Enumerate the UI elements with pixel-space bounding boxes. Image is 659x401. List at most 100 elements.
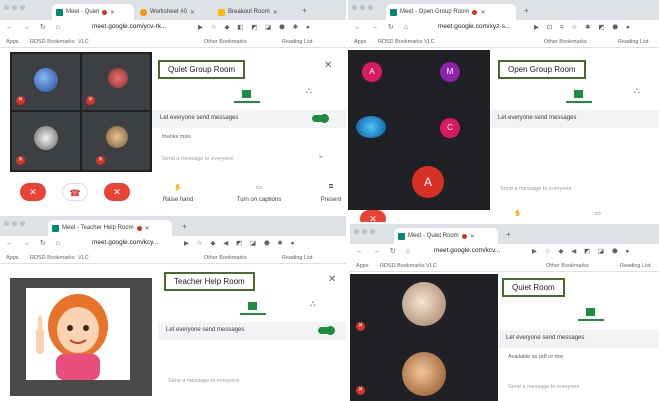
url-field[interactable]: meet.google.com/kcv... bbox=[434, 247, 500, 254]
bookmark-vlc[interactable]: VLC bbox=[426, 263, 437, 269]
tab-worksheet[interactable]: Worksheet #0 ✕ bbox=[136, 4, 212, 20]
camera-off-button[interactable]: ✕ bbox=[104, 183, 130, 201]
leave-call-button[interactable]: ☎ bbox=[62, 183, 88, 201]
participant-avatar-a[interactable]: A bbox=[362, 62, 382, 82]
mute-mic-button[interactable]: ✕ bbox=[360, 210, 386, 222]
bookmark-vlc[interactable]: VLC bbox=[424, 39, 435, 45]
chat-tab-indicator bbox=[566, 101, 592, 103]
activities-icon[interactable]: ⛬ bbox=[634, 86, 640, 96]
chat-icon[interactable] bbox=[242, 90, 251, 98]
participant-avatar-cat[interactable] bbox=[402, 282, 446, 326]
participant-tile[interactable]: ✕ bbox=[12, 54, 80, 110]
bookmark-apps[interactable]: Apps bbox=[6, 39, 19, 45]
bookmark-apps[interactable]: Apps bbox=[356, 263, 369, 269]
url-field[interactable]: meet.google.com/ycv-rk... bbox=[92, 23, 166, 30]
chat-icon[interactable] bbox=[248, 302, 257, 310]
url-field[interactable]: meet.google.com/kcy... bbox=[92, 239, 158, 246]
bookmark-reading-list[interactable]: Reading List bbox=[282, 39, 313, 45]
chat-input[interactable]: Send a message to everyone bbox=[500, 186, 572, 192]
toolbar-icons[interactable]: ▶ ☆ ◆ ◧ ◩ ◪ ⬣ ✱ ● bbox=[198, 23, 313, 31]
new-tab-icon[interactable]: + bbox=[524, 6, 529, 15]
doc-favicon-icon bbox=[218, 8, 225, 16]
bookmark-rdsd[interactable]: RDSD Bookmarks bbox=[30, 39, 75, 45]
activities-icon[interactable]: ⛬ bbox=[306, 86, 312, 96]
send-messages-toggle[interactable] bbox=[318, 326, 335, 335]
bookmark-reading-list[interactable]: Reading List bbox=[618, 39, 649, 45]
new-tab-icon[interactable]: + bbox=[302, 6, 307, 15]
window-zoom-dot[interactable] bbox=[370, 229, 375, 234]
window-close-dot[interactable] bbox=[352, 5, 357, 10]
bookmark-vlc[interactable]: VLC bbox=[78, 39, 89, 45]
present-button[interactable]: ⧉ bbox=[316, 184, 346, 191]
mute-mic-button[interactable]: ✕ bbox=[20, 183, 46, 201]
chat-icon[interactable] bbox=[574, 90, 583, 98]
window-minimize-dot[interactable] bbox=[360, 5, 365, 10]
window-zoom-dot[interactable] bbox=[368, 5, 373, 10]
bookmark-other[interactable]: Other Bookmarks bbox=[204, 39, 247, 45]
bookmark-other[interactable]: Other Bookmarks bbox=[546, 263, 589, 269]
close-icon[interactable]: ✕ bbox=[328, 274, 336, 285]
nav-buttons-icon[interactable]: ← → ↻ ⌂ bbox=[6, 239, 64, 247]
toolbar-icons[interactable]: ▶ ☆ ◆ ◀ ◩ ◪ ⬣ ● bbox=[532, 247, 632, 255]
bookmark-vlc[interactable]: VLC bbox=[78, 255, 89, 261]
window-zoom-dot[interactable] bbox=[20, 5, 25, 10]
room-title: Teacher Help Room bbox=[164, 272, 255, 291]
participant-video[interactable] bbox=[356, 116, 386, 138]
activities-icon[interactable]: ⛬ bbox=[310, 299, 316, 309]
tab-meet-open-group-room[interactable]: Meet - Open Group Room ✕ bbox=[386, 4, 516, 20]
participant-avatar-m[interactable]: M bbox=[440, 62, 460, 82]
tab-meet-teacher-help-room[interactable]: Meet - Teacher Help Room ✕ bbox=[48, 220, 172, 236]
nav-buttons-icon[interactable]: ← → ↻ ⌂ bbox=[356, 247, 414, 255]
tab-meet-quiet[interactable]: Meet - Quiet ✕ bbox=[52, 4, 134, 20]
participant-tile[interactable]: ✕ bbox=[82, 54, 150, 110]
close-tab-icon[interactable]: ✕ bbox=[470, 233, 475, 240]
new-tab-icon[interactable]: + bbox=[506, 230, 511, 239]
bookmark-rdsd[interactable]: RDSD Bookmarks bbox=[378, 39, 423, 45]
bookmark-apps[interactable]: Apps bbox=[6, 255, 19, 261]
close-tab-icon[interactable]: ✕ bbox=[145, 225, 150, 232]
tab-meet-quiet-room[interactable]: Meet - Quiet Room ✕ bbox=[394, 228, 498, 244]
send-messages-toggle[interactable] bbox=[312, 114, 329, 123]
chat-input[interactable]: Send a message to everyone bbox=[162, 156, 234, 162]
chat-icon[interactable] bbox=[586, 308, 595, 316]
toolbar-icons[interactable]: ▶ ⊡ ⌗ ☆ ✱ ◩ ⬣ ● bbox=[534, 23, 633, 32]
close-tab-icon[interactable]: ✕ bbox=[110, 9, 115, 16]
bookmark-apps[interactable]: Apps bbox=[354, 39, 367, 45]
raise-hand-button[interactable]: ✋ bbox=[508, 210, 528, 217]
captions-button[interactable]: ▭ bbox=[588, 210, 608, 217]
chat-input[interactable]: Send a message to everyone bbox=[508, 384, 580, 390]
participant-avatar-dog[interactable] bbox=[402, 352, 446, 396]
close-tab-icon[interactable]: ✕ bbox=[190, 9, 195, 16]
toolbar-icons[interactable]: ▶ ☆ ◆ ◀ ◩ ◪ ⬣ ✱ ● bbox=[184, 239, 298, 247]
captions-button[interactable]: ▭ bbox=[234, 184, 284, 191]
bookmark-rdsd[interactable]: RDSD Bookmarks bbox=[30, 255, 75, 261]
url-field[interactable]: meet.google.com/xyz-s... bbox=[438, 23, 510, 30]
window-minimize-dot[interactable] bbox=[12, 5, 17, 10]
participant-grid: ✕ ✕ ✕ ✕ bbox=[10, 52, 152, 172]
self-avatar-a[interactable]: A bbox=[412, 166, 444, 198]
bookmark-rdsd[interactable]: RDSD Bookmarks bbox=[380, 263, 425, 269]
bookmark-other[interactable]: Other Bookmarks bbox=[204, 255, 247, 261]
close-tab-icon[interactable]: ✕ bbox=[273, 9, 278, 16]
bookmark-reading-list[interactable]: Reading List bbox=[620, 263, 651, 269]
window-minimize-dot[interactable] bbox=[12, 221, 17, 226]
new-tab-icon[interactable]: + bbox=[182, 222, 187, 231]
close-tab-icon[interactable]: ✕ bbox=[480, 9, 485, 16]
close-icon[interactable]: ✕ bbox=[324, 60, 332, 71]
participant-tile[interactable]: ✕ bbox=[12, 112, 80, 170]
tab-breakout-room[interactable]: Breakout Room ✕ bbox=[214, 4, 294, 20]
raise-hand-button[interactable]: ✋ bbox=[158, 184, 198, 191]
bookmark-other[interactable]: Other Bookmarks bbox=[544, 39, 587, 45]
send-icon[interactable]: ➤ bbox=[318, 153, 324, 161]
chat-input[interactable]: Send a message to everyone bbox=[168, 378, 240, 384]
window-zoom-dot[interactable] bbox=[20, 221, 25, 226]
nav-buttons-icon[interactable]: ← → ↻ ⌂ bbox=[6, 23, 64, 31]
participant-avatar-c[interactable]: C bbox=[440, 118, 460, 138]
window-minimize-dot[interactable] bbox=[362, 229, 367, 234]
nav-buttons-icon[interactable]: ← → ↻ ⌂ bbox=[354, 23, 412, 31]
bookmark-reading-list[interactable]: Reading List bbox=[282, 255, 313, 261]
window-close-dot[interactable] bbox=[354, 229, 359, 234]
window-close-dot[interactable] bbox=[4, 5, 9, 10]
participant-tile[interactable]: ✕ bbox=[82, 112, 150, 170]
window-close-dot[interactable] bbox=[4, 221, 9, 226]
